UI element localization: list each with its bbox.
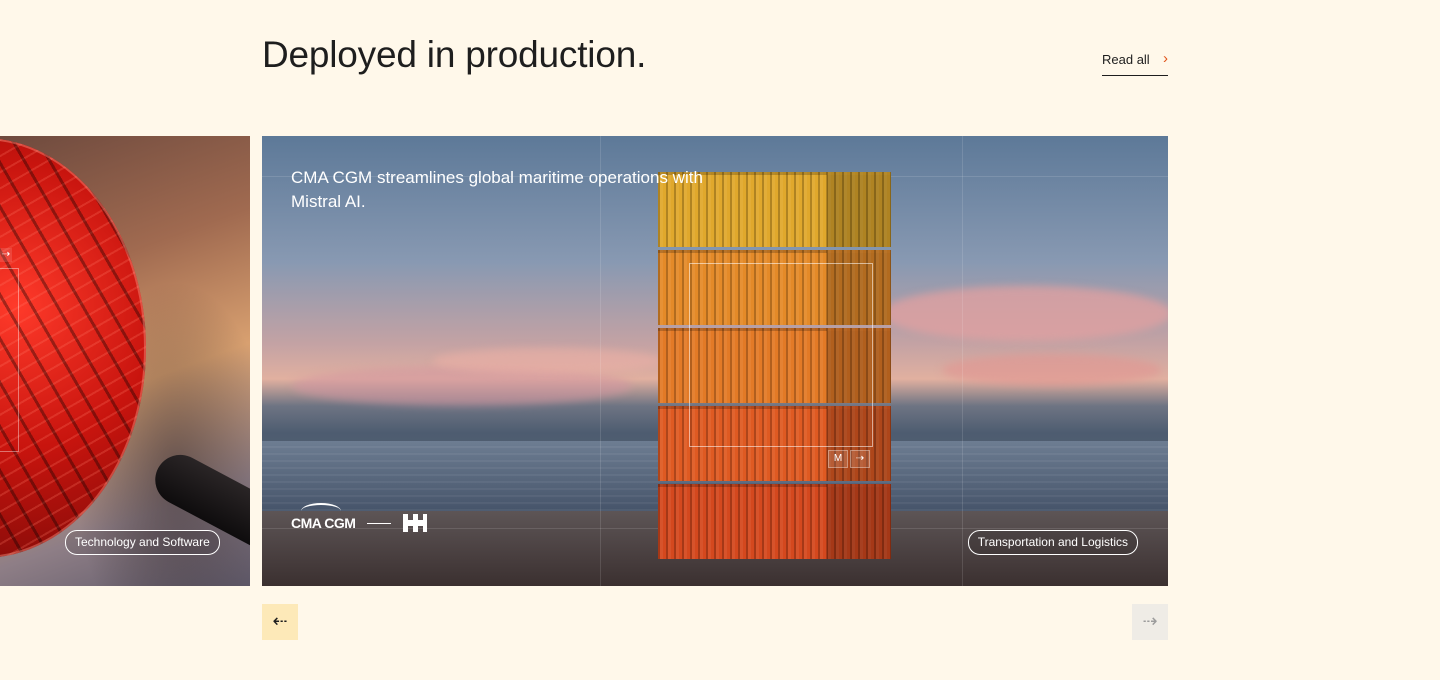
- card-title: CMA CGM streamlines global maritime oper…: [291, 168, 703, 211]
- logo-divider: [367, 522, 392, 524]
- industry-tag: Transportation and Logistics: [967, 530, 1138, 555]
- cloud: [882, 286, 1168, 341]
- focus-frame: [0, 268, 19, 452]
- cloud: [432, 348, 662, 374]
- wafer-image: [0, 138, 146, 558]
- cloud: [942, 354, 1162, 386]
- arrow-left-icon: ⇠: [272, 611, 288, 632]
- read-all-link[interactable]: Read all ›: [1102, 50, 1168, 76]
- grid-line: [962, 136, 963, 586]
- case-study-card-technology[interactable]: ⇢ Technology and Software: [0, 136, 250, 586]
- carousel-next-button[interactable]: ⇢: [1132, 604, 1168, 640]
- section-heading: Deployed in production.: [262, 34, 647, 75]
- chevron-right-icon: ›: [1163, 50, 1168, 67]
- arrow-right-icon: ⇢: [1142, 611, 1158, 632]
- cma-cgm-logo: CMA CGM: [291, 503, 356, 531]
- case-study-card-cma-cgm[interactable]: M ⇢ CMA CGM streamlines global maritime …: [262, 136, 1168, 586]
- industry-tag: Technology and Software: [65, 530, 220, 555]
- arrow-right-icon: ⇢: [0, 248, 12, 262]
- mistral-logo-icon: [403, 514, 428, 532]
- shipping-container: [658, 484, 891, 559]
- mistral-mini-icon: M: [828, 450, 848, 468]
- partner-logos: CMA CGM: [291, 503, 428, 532]
- carousel-prev-button[interactable]: ⇠: [262, 604, 298, 640]
- mini-badges: M ⇢: [828, 450, 870, 468]
- focus-frame: [689, 263, 873, 447]
- read-all-label: Read all: [1102, 52, 1150, 67]
- arrow-right-icon: ⇢: [850, 450, 870, 468]
